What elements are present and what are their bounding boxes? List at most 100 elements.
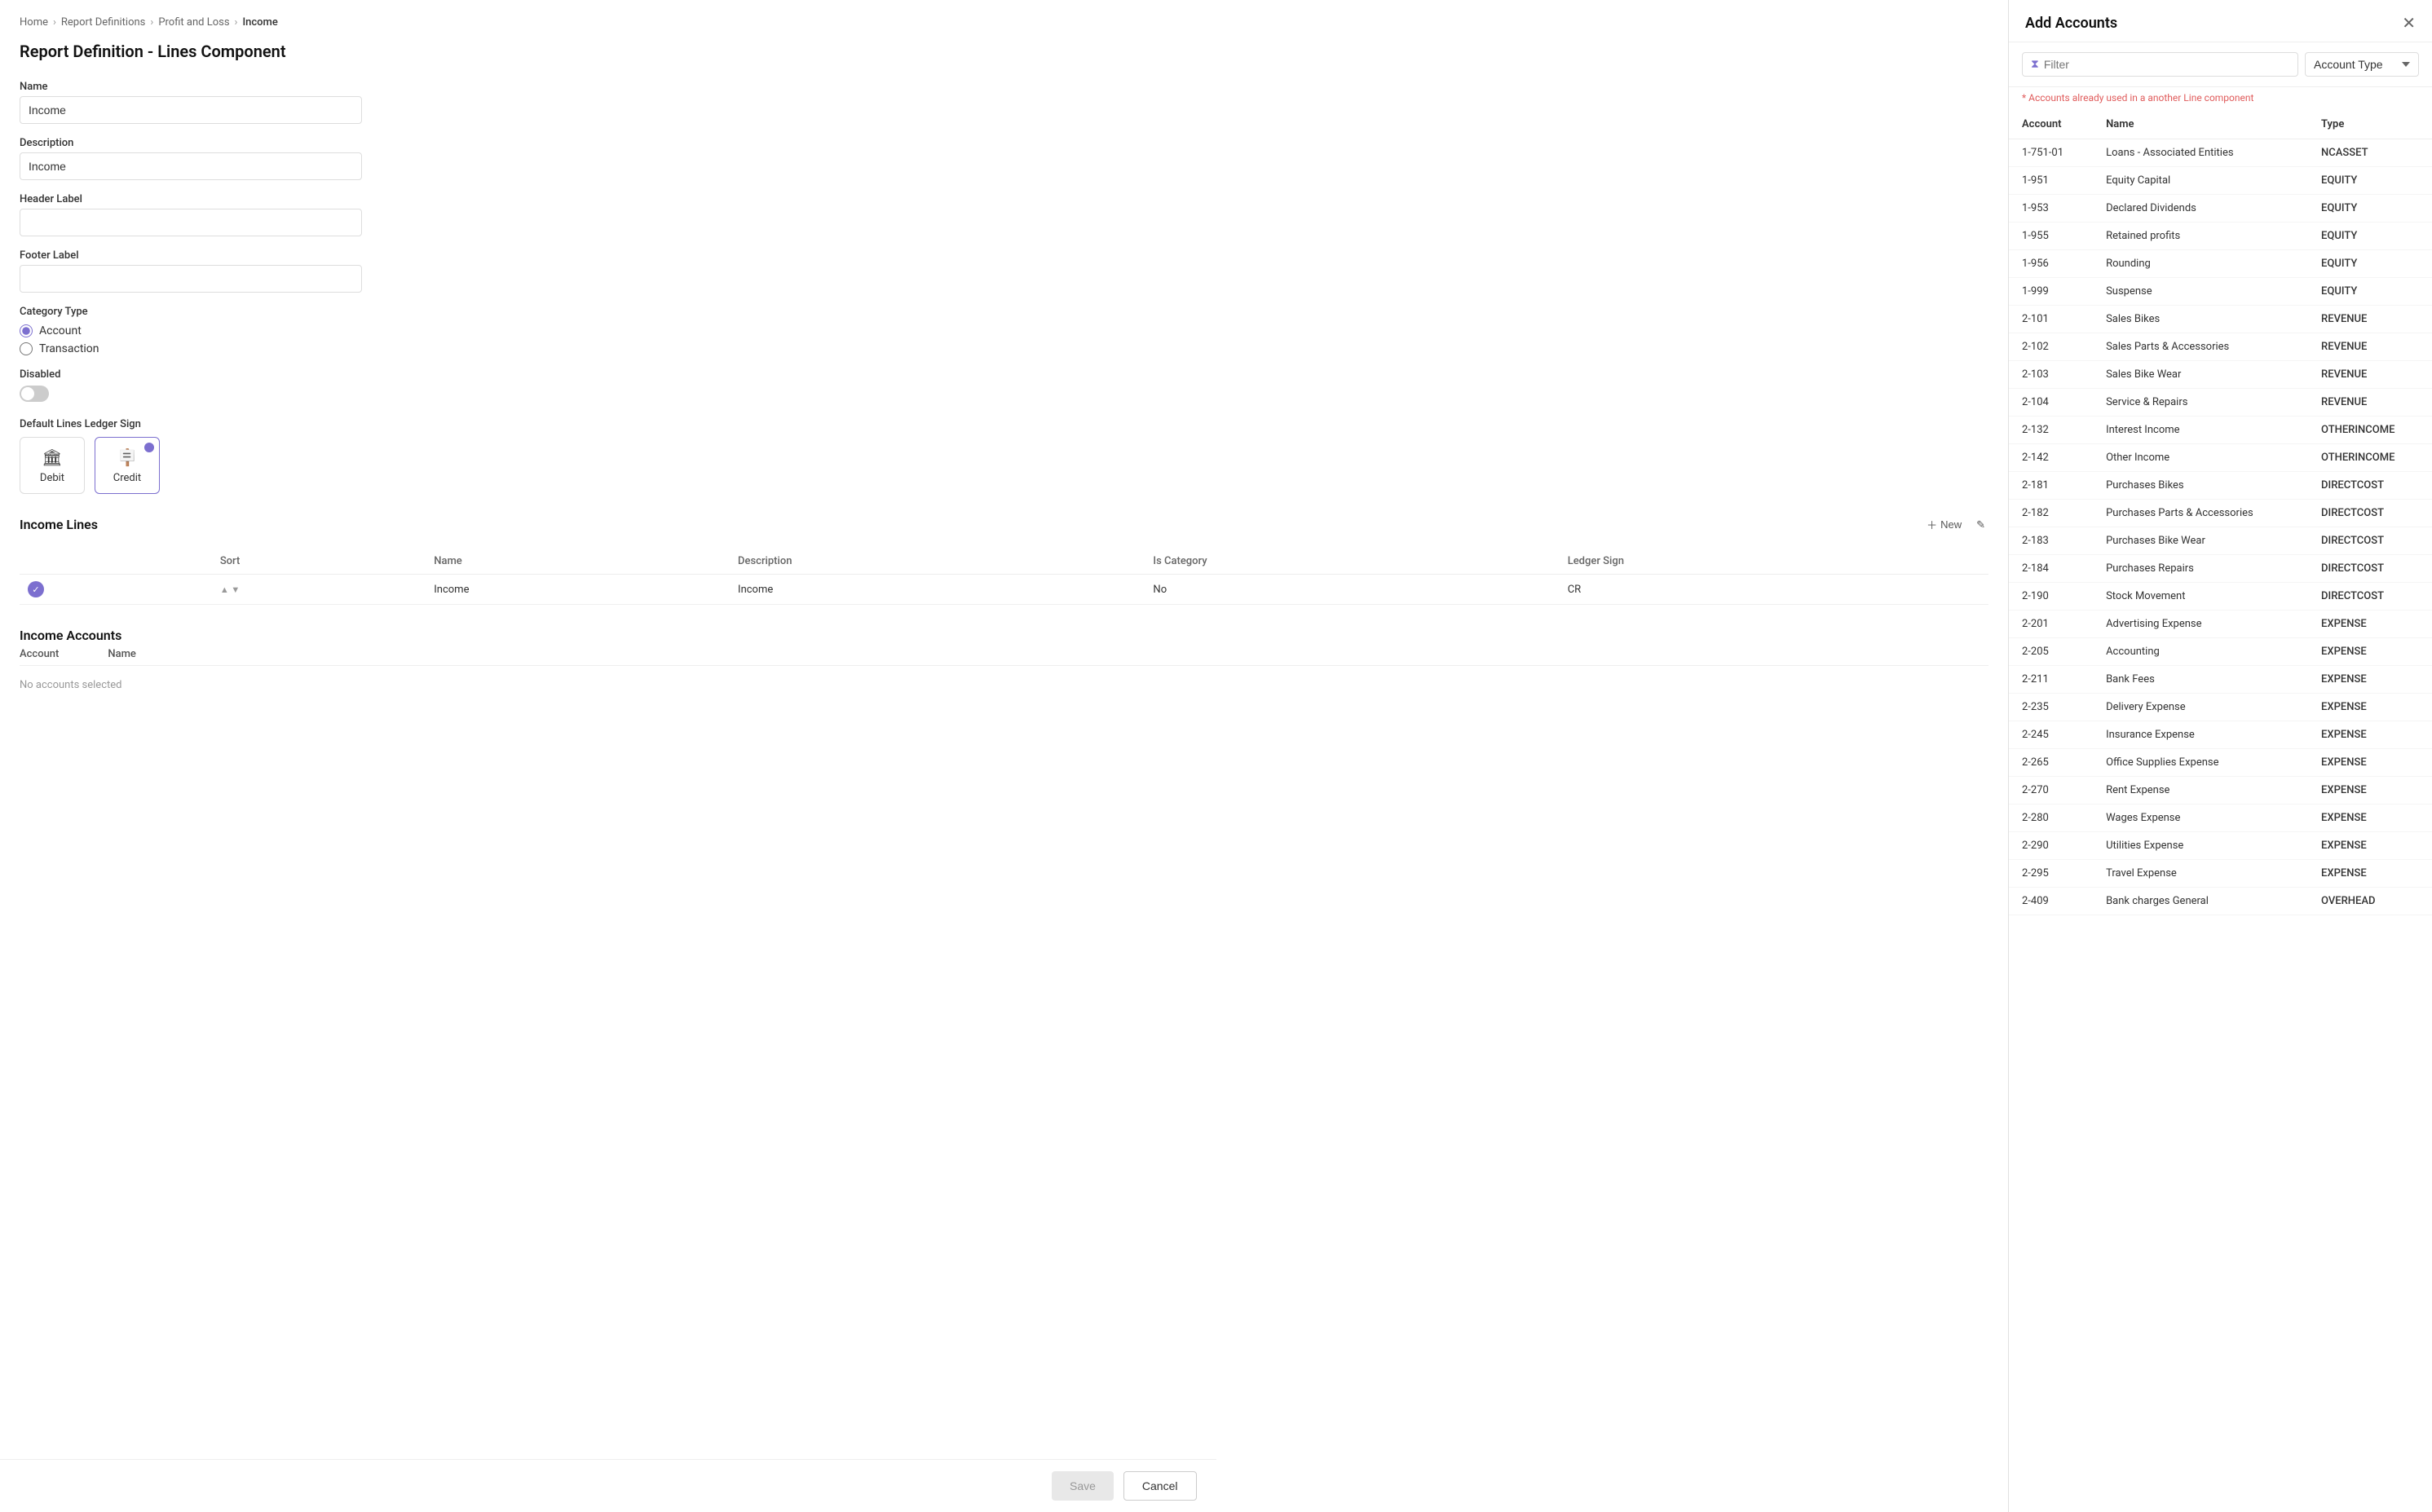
account-type: EXPENSE: [2308, 666, 2432, 694]
list-item[interactable]: 1-951 Equity Capital EQUITY: [2009, 167, 2432, 195]
account-number: 1-999: [2009, 278, 2093, 306]
account-name: Interest Income: [2093, 417, 2308, 444]
list-item[interactable]: 2-211 Bank Fees EXPENSE: [2009, 666, 2432, 694]
breadcrumb-profit-loss[interactable]: Profit and Loss: [158, 16, 229, 29]
bottom-bar: Save Cancel: [0, 1459, 1216, 1512]
name-label: Name: [20, 81, 1988, 93]
list-item[interactable]: 2-235 Delivery Expense EXPENSE: [2009, 694, 2432, 721]
list-item[interactable]: 1-999 Suspense EQUITY: [2009, 278, 2432, 306]
list-item[interactable]: 1-953 Declared Dividends EQUITY: [2009, 195, 2432, 223]
account-number: 2-270: [2009, 777, 2093, 804]
save-button[interactable]: Save: [1052, 1471, 1114, 1501]
list-item[interactable]: 2-183 Purchases Bike Wear DIRECTCOST: [2009, 527, 2432, 555]
list-item[interactable]: 2-245 Insurance Expense EXPENSE: [2009, 721, 2432, 749]
list-item[interactable]: 2-102 Sales Parts & Accessories REVENUE: [2009, 333, 2432, 361]
account-name: Purchases Repairs: [2093, 555, 2308, 583]
breadcrumb: Home › Report Definitions › Profit and L…: [20, 16, 1988, 29]
radio-account-label: Account: [39, 324, 82, 337]
list-item[interactable]: 2-290 Utilities Expense EXPENSE: [2009, 832, 2432, 860]
account-type: EXPENSE: [2308, 832, 2432, 860]
new-line-button[interactable]: ＋ New: [1922, 514, 1966, 536]
filter-input[interactable]: [2044, 58, 2289, 71]
account-name: Sales Bikes: [2093, 306, 2308, 333]
income-lines-table: Sort Name Description Is Category Ledger…: [20, 549, 1988, 605]
account-name: Bank charges General: [2093, 888, 2308, 915]
category-type-group: Category Type Account Transaction: [20, 306, 1988, 355]
new-label: New: [1940, 518, 1962, 531]
table-row[interactable]: ✓ ▲ ▼ Income Income No CR: [20, 575, 1988, 605]
list-item[interactable]: 2-295 Travel Expense EXPENSE: [2009, 860, 2432, 888]
account-number: 2-235: [2009, 694, 2093, 721]
description-input[interactable]: [20, 152, 362, 180]
account-name: Other Income: [2093, 444, 2308, 472]
radio-transaction-item[interactable]: Transaction: [20, 342, 1988, 355]
disabled-toggle[interactable]: [20, 386, 49, 402]
col-is-category: Is Category: [1145, 549, 1559, 575]
panel-header: Add Accounts ✕: [2009, 0, 2432, 42]
disabled-label: Disabled: [20, 368, 1988, 381]
account-name: Loans - Associated Entities: [2093, 139, 2308, 167]
col-description: Description: [730, 549, 1145, 575]
list-item[interactable]: 1-751-01 Loans - Associated Entities NCA…: [2009, 139, 2432, 167]
debit-label: Debit: [40, 472, 64, 484]
list-item[interactable]: 2-265 Office Supplies Expense EXPENSE: [2009, 749, 2432, 777]
list-item[interactable]: 2-409 Bank charges General OVERHEAD: [2009, 888, 2432, 915]
list-item[interactable]: 1-956 Rounding EQUITY: [2009, 250, 2432, 278]
cancel-button[interactable]: Cancel: [1123, 1471, 1197, 1501]
account-type: EQUITY: [2308, 167, 2432, 195]
list-item[interactable]: 1-955 Retained profits EQUITY: [2009, 223, 2432, 250]
footer-label-input[interactable]: [20, 265, 362, 293]
account-name: Equity Capital: [2093, 167, 2308, 195]
category-type-label: Category Type: [20, 306, 1988, 318]
radio-transaction[interactable]: [20, 342, 33, 355]
list-item[interactable]: 2-205 Accounting EXPENSE: [2009, 638, 2432, 666]
filter-icon: ⧗: [2031, 58, 2039, 71]
list-item[interactable]: 2-181 Purchases Bikes DIRECTCOST: [2009, 472, 2432, 500]
page-title: Report Definition - Lines Component: [20, 42, 1988, 61]
breadcrumb-home[interactable]: Home: [20, 16, 48, 29]
account-type-select[interactable]: Account Type: [2305, 52, 2419, 77]
list-item[interactable]: 2-103 Sales Bike Wear REVENUE: [2009, 361, 2432, 389]
list-item[interactable]: 2-270 Rent Expense EXPENSE: [2009, 777, 2432, 804]
row-check-icon: ✓: [28, 581, 44, 597]
selected-dot: [144, 443, 154, 452]
list-item[interactable]: 2-132 Interest Income OTHERINCOME: [2009, 417, 2432, 444]
breadcrumb-report-defs[interactable]: Report Definitions: [61, 16, 146, 29]
radio-account[interactable]: [20, 324, 33, 337]
account-name: Service & Repairs: [2093, 389, 2308, 417]
name-group: Name: [20, 81, 1988, 124]
list-item[interactable]: 2-104 Service & Repairs REVENUE: [2009, 389, 2432, 417]
list-item[interactable]: 2-101 Sales Bikes REVENUE: [2009, 306, 2432, 333]
list-item[interactable]: 2-184 Purchases Repairs DIRECTCOST: [2009, 555, 2432, 583]
credit-card[interactable]: 🪧 Credit: [95, 437, 160, 494]
account-name: Declared Dividends: [2093, 195, 2308, 223]
radio-account-item[interactable]: Account: [20, 324, 1988, 337]
edit-line-button[interactable]: ✎: [1973, 515, 1988, 535]
name-input[interactable]: [20, 96, 362, 124]
footer-label-group: Footer Label: [20, 249, 1988, 293]
account-number: 1-955: [2009, 223, 2093, 250]
col-name: Name: [426, 549, 730, 575]
close-button[interactable]: ✕: [2402, 15, 2416, 32]
header-label-input[interactable]: [20, 209, 362, 236]
account-type: REVENUE: [2308, 306, 2432, 333]
list-item[interactable]: 2-280 Wages Expense EXPENSE: [2009, 804, 2432, 832]
list-item[interactable]: 2-182 Purchases Parts & Accessories DIRE…: [2009, 500, 2432, 527]
account-number: 2-205: [2009, 638, 2093, 666]
account-number: 2-190: [2009, 583, 2093, 611]
account-number: 2-280: [2009, 804, 2093, 832]
account-number: 1-951: [2009, 167, 2093, 195]
sort-arrows[interactable]: ▲ ▼: [220, 584, 241, 595]
header-label-group: Header Label: [20, 193, 1988, 236]
list-item[interactable]: 2-201 Advertising Expense EXPENSE: [2009, 611, 2432, 638]
list-item[interactable]: 2-190 Stock Movement DIRECTCOST: [2009, 583, 2432, 611]
account-type: REVENUE: [2308, 389, 2432, 417]
account-name: Suspense: [2093, 278, 2308, 306]
account-type: EXPENSE: [2308, 638, 2432, 666]
th-type: Type: [2308, 110, 2432, 139]
account-name: Sales Bike Wear: [2093, 361, 2308, 389]
list-item[interactable]: 2-142 Other Income OTHERINCOME: [2009, 444, 2432, 472]
account-number: 2-295: [2009, 860, 2093, 888]
account-name: Rounding: [2093, 250, 2308, 278]
debit-card[interactable]: 🏛 Debit: [20, 437, 85, 494]
